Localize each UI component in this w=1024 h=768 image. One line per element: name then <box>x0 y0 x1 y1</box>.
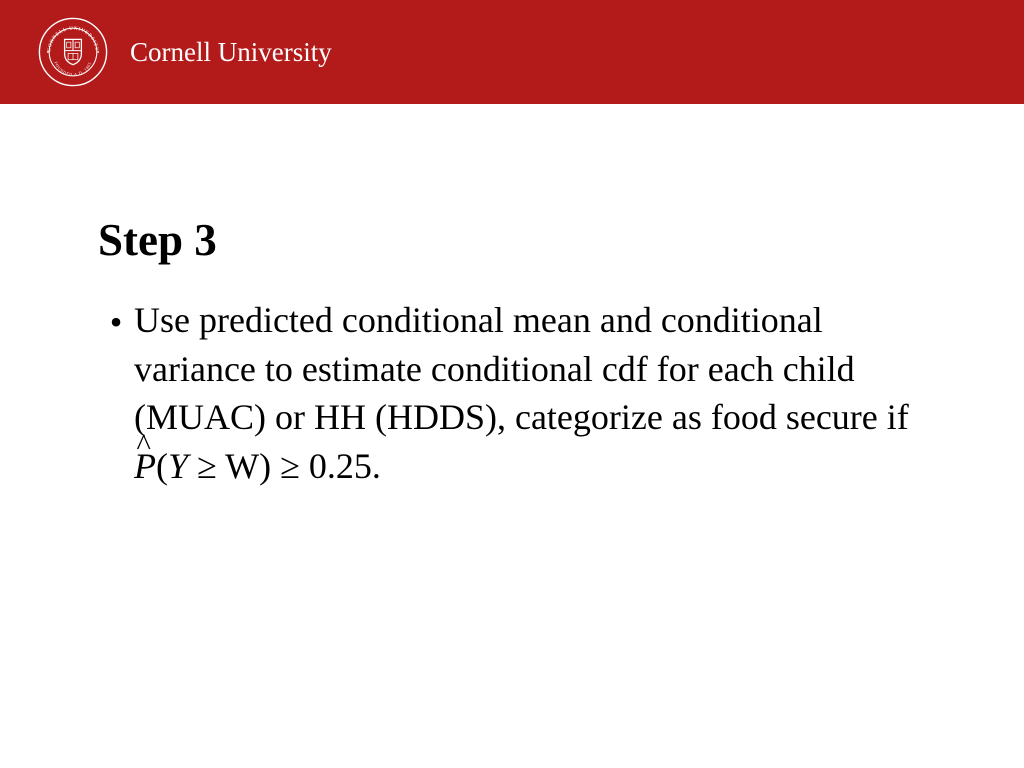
slide-title: Step 3 <box>98 214 924 266</box>
bullet-marker-icon: • <box>98 296 134 347</box>
period: . <box>372 446 381 486</box>
institution-name: Cornell University <box>130 37 332 68</box>
var-w: W <box>225 446 259 486</box>
paren-close: ) <box>259 446 271 486</box>
geq-1: ≥ <box>188 446 225 486</box>
bullet-item: • Use predicted conditional mean and con… <box>98 296 924 490</box>
bullet-text: Use predicted conditional mean and condi… <box>134 296 924 490</box>
university-seal-icon: CORNELL UNIVERSITY FOUNDED A.D. 1865 <box>38 17 108 87</box>
geq-2: ≥ <box>271 446 309 486</box>
slide-header: CORNELL UNIVERSITY FOUNDED A.D. 1865 Cor… <box>0 0 1024 104</box>
formula: P(Y ≥ W) ≥ 0.25. <box>134 446 381 486</box>
threshold-value: 0.25 <box>309 446 372 486</box>
bullet-intro-text: Use predicted conditional mean and condi… <box>134 300 909 437</box>
var-y: Y <box>168 446 188 486</box>
slide-body: Step 3 • Use predicted conditional mean … <box>0 104 1024 490</box>
p-hat-symbol: P <box>134 442 156 491</box>
svg-text:FOUNDED A.D. 1865: FOUNDED A.D. 1865 <box>53 61 92 77</box>
paren-open: ( <box>156 446 168 486</box>
